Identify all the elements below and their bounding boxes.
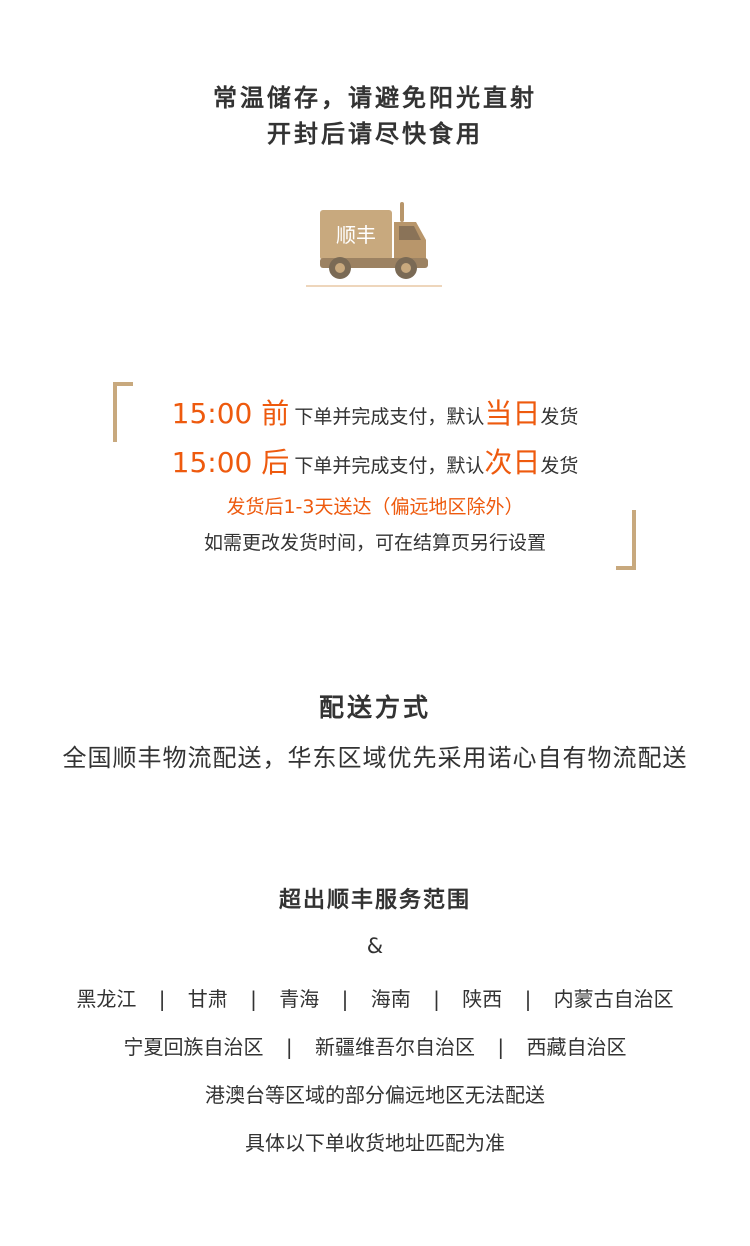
region-separator: | <box>433 987 440 1011</box>
shipping-before-row: 15:00 前 下单并完成支付，默认当日发货 <box>0 392 750 432</box>
sf-truck-icon: 顺丰 <box>306 198 442 288</box>
region-item: 新疆维吾尔自治区 <box>315 1035 475 1059</box>
change-time-note: 如需更改发货时间，可在结算页另行设置 <box>203 532 546 554</box>
cutoff-time-before: 15:00 前 <box>171 397 290 430</box>
delivery-method-description: 全国顺丰物流配送，华东区域优先采用诺心自有物流配送 <box>62 744 688 772</box>
region-item: 西藏自治区 <box>526 1035 627 1059</box>
remote-area-note: 港澳台等区域的部分偏远地区无法配送 <box>205 1083 545 1107</box>
region-item: 内蒙古自治区 <box>553 987 674 1011</box>
storage-notice-line2: 开封后请尽快食用 <box>267 120 483 148</box>
shipping-after-row: 15:00 后 下单并完成支付，默认次日发货 <box>0 441 750 481</box>
region-separator: | <box>158 987 166 1011</box>
ship-suffix-after: 发货 <box>540 455 579 477</box>
truck-label: 顺丰 <box>336 223 376 247</box>
region-item: 宁夏回族自治区 <box>123 1035 264 1059</box>
region-item: 青海 <box>279 987 320 1011</box>
regions-row-2: 宁夏回族自治区 | 新疆维吾尔自治区 | 西藏自治区 <box>0 1031 750 1060</box>
regions-row-1: 黑龙江 | 甘肃 | 青海 | 海南 | 陕西 | 内蒙古自治区 <box>0 983 750 1012</box>
region-item: 黑龙江 <box>76 987 137 1011</box>
region-item: 甘肃 <box>187 987 228 1011</box>
cutoff-time-after: 15:00 后 <box>171 446 290 479</box>
region-item: 陕西 <box>462 987 503 1011</box>
region-separator: | <box>250 987 257 1011</box>
delivery-range-note: 发货后1-3天送达（偏远地区除外） <box>226 496 524 518</box>
region-separator: | <box>341 987 349 1011</box>
region-item: 海南 <box>370 987 411 1011</box>
ship-suffix-before: 发货 <box>540 406 579 428</box>
out-of-range-title: 超出顺丰服务范围 <box>278 888 471 913</box>
next-day-highlight: 次日 <box>484 446 541 479</box>
shipping-desc-after: 下单并完成支付，默认 <box>294 455 485 477</box>
region-separator: | <box>524 987 532 1011</box>
region-separator: | <box>285 1035 293 1059</box>
shipping-desc-before: 下单并完成支付，默认 <box>294 406 485 428</box>
storage-notice-line1: 常温储存，请避免阳光直射 <box>213 84 537 112</box>
ampersand: & <box>366 934 384 958</box>
same-day-highlight: 当日 <box>484 397 541 430</box>
region-separator: | <box>497 1035 505 1059</box>
delivery-method-title: 配送方式 <box>318 693 431 722</box>
address-match-note: 具体以下单收货地址匹配为准 <box>245 1131 505 1155</box>
